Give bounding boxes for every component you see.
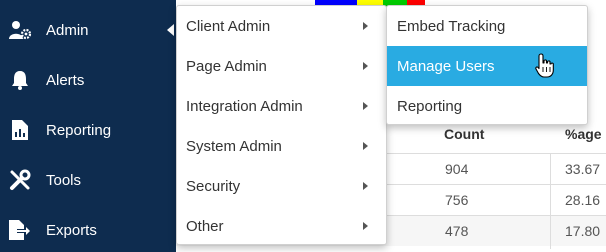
sidebar-item-label: Admin [46,21,89,39]
sidebar-item-label: Reporting [46,121,112,139]
cell-count: 756 [445,192,469,208]
client-admin-submenu: Embed Tracking Manage Users Reporting [386,5,588,125]
chevron-right-icon [363,142,368,150]
column-divider [550,153,551,249]
chevron-right-icon [363,182,368,190]
menu-item-page-admin[interactable]: Page Admin [177,46,386,86]
cell-percentage: 17.80 [565,223,601,239]
menu-item-other[interactable]: Other [177,206,386,246]
bell-icon [8,68,32,92]
menu-item-embed-tracking[interactable]: Embed Tracking [387,6,587,46]
active-indicator [167,24,174,36]
menu-item-label: Integration Admin [186,97,303,115]
report-icon [8,118,32,142]
cell-percentage: 33.67 [565,161,601,177]
menu-item-label: System Admin [186,137,282,155]
sidebar-item-reporting[interactable]: Reporting [0,105,176,155]
sidebar-item-exports[interactable]: Exports [0,205,176,252]
menu-item-label: Manage Users [397,57,495,75]
sidebar-item-admin[interactable]: Admin [0,5,176,55]
sidebar-item-label: Exports [46,221,97,239]
hand-pointer-icon [535,53,555,79]
column-header-percentage: %age [565,126,602,142]
menu-item-integration-admin[interactable]: Integration Admin [177,86,386,126]
cell-count: 904 [445,161,469,177]
menu-item-client-admin[interactable]: Client Admin [177,6,386,46]
admin-menu: Client Admin Page Admin Integration Admi… [176,5,387,245]
sidebar-item-label: Tools [46,171,82,189]
chevron-right-icon [363,222,368,230]
sidebar: Admin Alerts Reporting Tools Exports [0,0,176,252]
sidebar-item-tools[interactable]: Tools [0,155,176,205]
menu-item-system-admin[interactable]: System Admin [177,126,386,166]
column-header-count: Count [444,126,485,142]
chevron-right-icon [363,102,368,110]
menu-item-label: Reporting [397,97,463,115]
tools-icon [8,168,32,192]
menu-item-reporting[interactable]: Reporting [387,86,587,126]
menu-item-security[interactable]: Security [177,166,386,206]
cell-percentage: 28.16 [565,192,601,208]
chevron-right-icon [363,22,368,30]
sidebar-item-label: Alerts [46,71,85,89]
menu-item-label: Embed Tracking [397,17,506,35]
menu-item-label: Client Admin [186,17,271,35]
menu-item-label: Other [186,217,224,235]
cell-count: 478 [445,223,469,239]
chevron-right-icon [363,62,368,70]
user-gear-icon [8,18,32,42]
menu-item-label: Security [186,177,241,195]
export-icon [8,218,32,242]
sidebar-item-alerts[interactable]: Alerts [0,55,176,105]
menu-item-manage-users[interactable]: Manage Users [387,46,587,86]
menu-item-label: Page Admin [186,57,267,75]
